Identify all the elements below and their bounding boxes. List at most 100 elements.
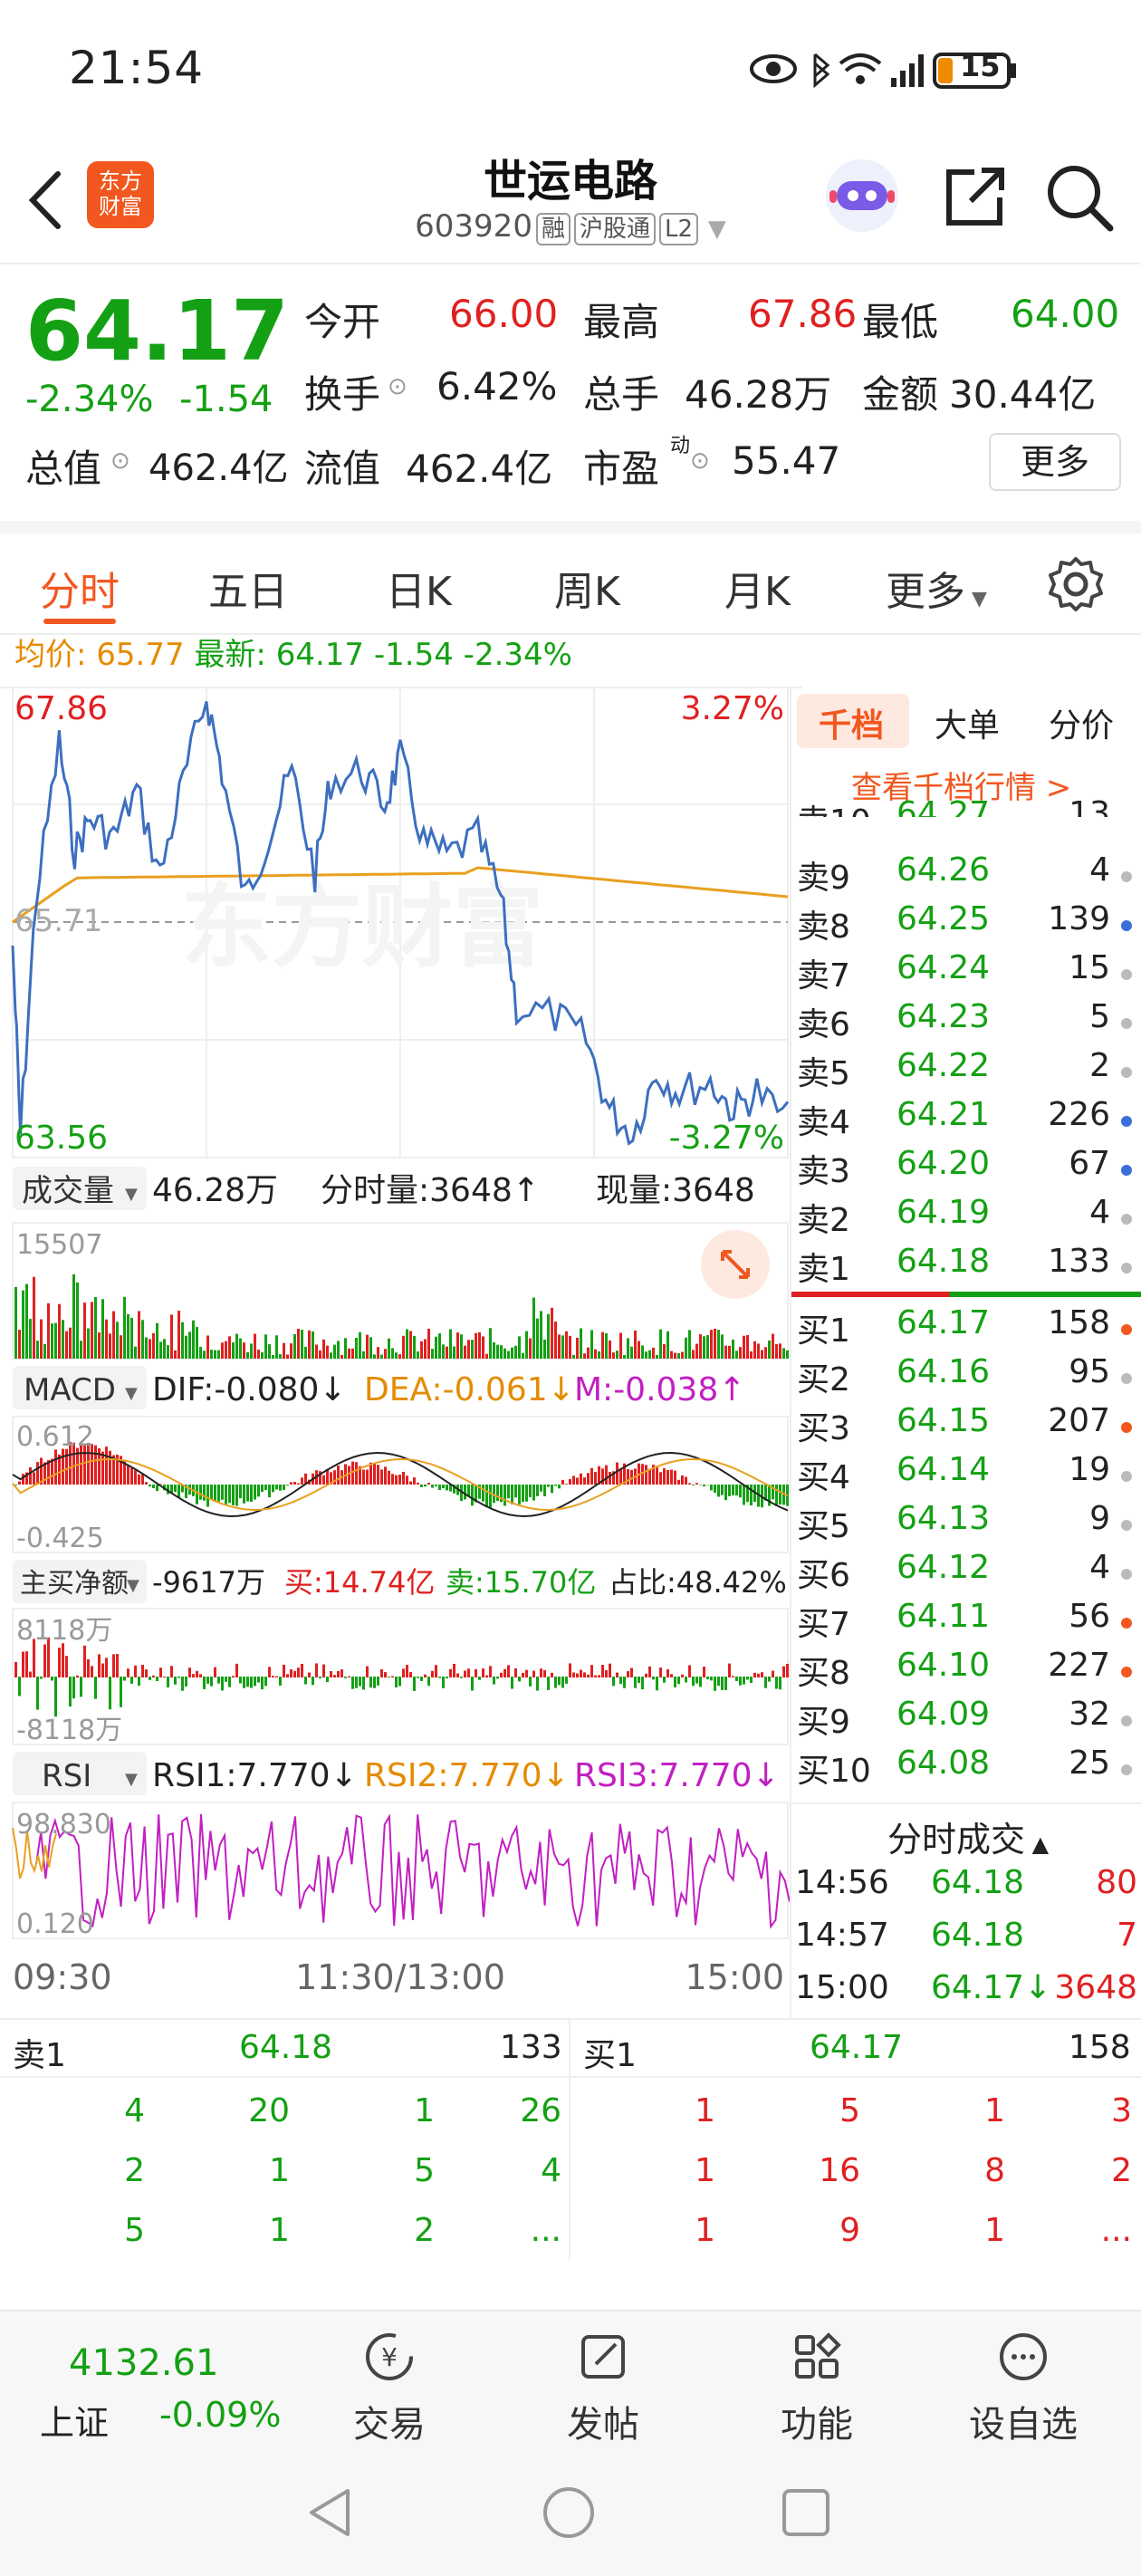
share-icon[interactable] <box>938 161 1011 234</box>
ask-row[interactable]: 卖7 64.24 15 <box>791 949 1141 998</box>
system-recents-icon[interactable] <box>781 2487 831 2538</box>
ask-row[interactable]: 卖8 64.25 139 <box>791 900 1141 949</box>
macd-bar <box>268 1485 271 1498</box>
tab-monthly[interactable]: 月K <box>724 559 791 617</box>
system-back-icon[interactable] <box>304 2485 355 2540</box>
ask-row[interactable]: 卖2 64.19 4 <box>791 1194 1141 1243</box>
volume-bar <box>47 1302 50 1359</box>
bid-row[interactable]: 买7 64.11 56 <box>791 1598 1141 1647</box>
svg-text:▼: ▼ <box>127 1576 139 1595</box>
volume-bar <box>587 1347 590 1359</box>
bid-row[interactable]: 买5 64.13 9 <box>791 1500 1141 1549</box>
buy-queue-cell: 1 <box>695 2152 715 2189</box>
index-name[interactable]: 上证 <box>40 2395 109 2445</box>
flow-bar <box>529 1677 532 1687</box>
ask-row[interactable]: 卖9 64.26 4 <box>791 851 1141 900</box>
macd-bar <box>485 1485 488 1507</box>
pe-value: 55.47 <box>732 438 841 483</box>
nav-trade[interactable]: ¥ 交易 <box>299 2312 480 2447</box>
tab-more[interactable]: 更多 ▼ <box>886 559 987 617</box>
search-icon[interactable] <box>1041 159 1117 235</box>
flow-bar <box>246 1677 249 1687</box>
assistant-robot-icon[interactable] <box>822 156 902 235</box>
bid-row[interactable]: 买6 64.12 4 <box>791 1549 1141 1598</box>
flow-bar <box>728 1663 731 1677</box>
macd-bar <box>138 1474 140 1485</box>
flow-bar <box>786 1663 789 1677</box>
volume-bar <box>503 1348 506 1359</box>
pe-label: 市盈 <box>583 447 660 491</box>
ask-row[interactable]: 卖3 64.20 67 <box>791 1145 1141 1194</box>
system-home-icon[interactable] <box>542 2485 596 2540</box>
change-pct: -2.34% <box>25 379 154 420</box>
flow-bar <box>134 1665 137 1677</box>
flow-bar <box>554 1677 557 1688</box>
info-icon[interactable]: ⊙ <box>110 447 130 475</box>
low-value: 64.00 <box>1011 292 1120 336</box>
volume-bar <box>699 1334 702 1359</box>
ask-row[interactable]: 卖1 64.18 133 <box>791 1243 1141 1292</box>
tab-large-orders[interactable]: 大单 <box>935 699 1000 746</box>
flow-bar <box>210 1677 213 1687</box>
trade-row: 14:57 64.18 7 <box>795 1917 1137 1954</box>
volume-bar <box>98 1332 101 1359</box>
tab-5day[interactable]: 五日 <box>208 559 288 617</box>
info-icon[interactable]: ⊙ <box>388 373 408 400</box>
settings-gear-icon[interactable] <box>1047 555 1105 613</box>
trades-title[interactable]: 分时成交 ▲ <box>887 1812 1049 1861</box>
flow-bar <box>221 1677 224 1691</box>
flow-bar <box>185 1677 187 1687</box>
macd-bar <box>739 1485 742 1498</box>
index-change[interactable]: -0.09% <box>159 2395 281 2435</box>
bid-row[interactable]: 买3 64.15 207 <box>791 1402 1141 1451</box>
flow-bar <box>116 1654 119 1677</box>
volume-bar <box>507 1350 510 1359</box>
nav-watchlist[interactable]: 设自选 <box>933 2312 1114 2447</box>
level-marker <box>1121 920 1132 931</box>
ask-row[interactable]: 卖6 64.23 5 <box>791 998 1141 1047</box>
flow-bar <box>286 1674 289 1677</box>
level-volume: 207 <box>1048 1402 1110 1439</box>
bid-row[interactable]: 买2 64.16 95 <box>791 1353 1141 1402</box>
sell-queue-cell: 1 <box>269 2152 290 2189</box>
tab-weekly[interactable]: 周K <box>554 559 620 617</box>
nav-functions[interactable]: 功能 <box>726 2312 907 2447</box>
macd-bar <box>388 1470 390 1485</box>
bid-row[interactable]: 买9 64.09 32 <box>791 1696 1141 1745</box>
intraday-chart[interactable]: 东方财富 67.86 65.71 63.56 3.27% -3.27% 成交量 … <box>0 687 790 2018</box>
bid-row[interactable]: 买1 64.17 158 <box>791 1304 1141 1353</box>
level-price: 64.13 <box>896 1500 991 1537</box>
bid-row[interactable]: 买4 64.14 19 <box>791 1451 1141 1500</box>
more-button[interactable]: 更多 <box>989 433 1121 491</box>
tab-price-dist[interactable]: 分价 <box>1049 699 1114 746</box>
level-marker <box>1121 1263 1132 1274</box>
ask-row[interactable]: 卖10 64.27 13 <box>791 795 1141 817</box>
axis-high-pct: 3.27% <box>681 690 784 727</box>
tab-intraday[interactable]: 分时 <box>40 559 120 617</box>
info-icon[interactable]: ⊙ <box>690 447 710 475</box>
volume-bar <box>369 1337 372 1359</box>
flow-bar <box>739 1677 742 1686</box>
ask-row[interactable]: 卖5 64.22 2 <box>791 1047 1141 1096</box>
flow-bar <box>402 1668 405 1677</box>
stock-header: 东方 财富 世运电路 603920 融沪股通 L2 ▼ <box>0 136 1141 264</box>
flow-bar <box>72 1677 75 1699</box>
tab-depth[interactable]: 千档 <box>819 699 884 746</box>
flow-bar <box>547 1677 550 1690</box>
eye-icon <box>750 54 797 83</box>
macd-bar <box>293 1482 296 1485</box>
tab-daily[interactable]: 日K <box>386 559 452 617</box>
index-value[interactable]: 4132.61 <box>69 2342 218 2384</box>
bid-row[interactable]: 买8 64.10 227 <box>791 1647 1141 1696</box>
bid-row[interactable]: 买10 64.08 25 <box>791 1745 1141 1793</box>
ask-row[interactable]: 卖4 64.21 226 <box>791 1096 1141 1145</box>
level-price: 64.27 <box>896 795 991 817</box>
flow-bar <box>188 1668 191 1677</box>
flow-bar <box>601 1664 604 1677</box>
flow-bar <box>264 1677 267 1687</box>
level-volume: 25 <box>1069 1745 1110 1782</box>
flow-bar <box>619 1677 622 1685</box>
macd-bars <box>14 1441 789 1508</box>
nav-post[interactable]: 发帖 <box>513 2312 694 2447</box>
mktcap-label: 总值 <box>25 447 102 491</box>
